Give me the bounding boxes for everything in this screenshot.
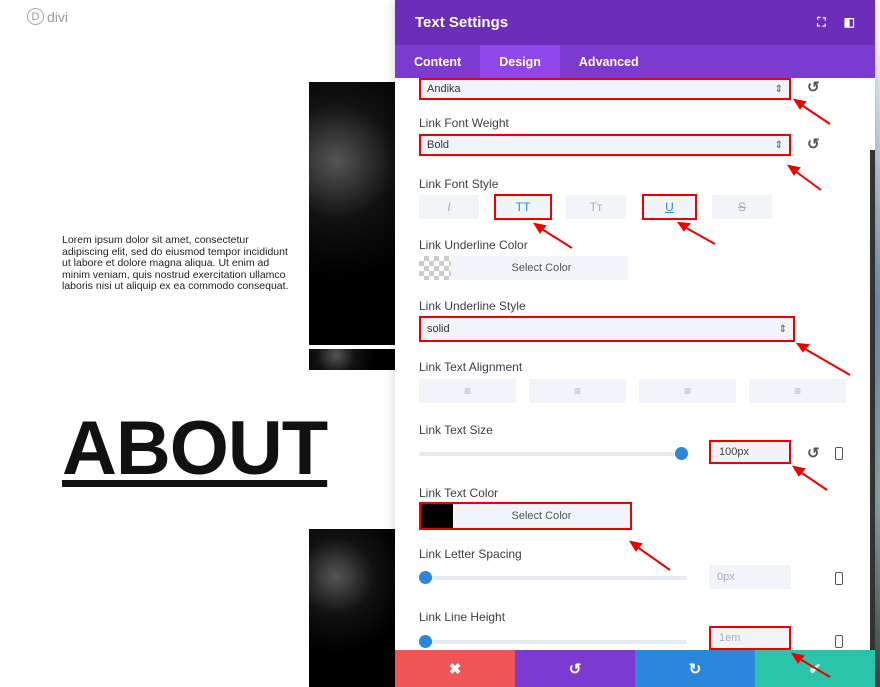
align-right-button[interactable]: ≡ [639,379,736,403]
label-font-style: Link Font Style [419,177,499,191]
panel-footer: ✖ ↺ ↻ ✔ [395,650,875,687]
reset-icon[interactable]: ↺ [807,135,820,153]
sidebar-layout-icon[interactable]: ◧ [844,15,855,30]
label-text-alignment: Link Text Alignment [419,360,523,374]
label-font-weight: Link Font Weight [419,116,509,130]
smallcaps-button[interactable]: Tт [566,195,626,219]
strikethrough-button[interactable]: S [712,195,772,219]
text-size-slider[interactable] [419,447,688,460]
label-text-size: Link Text Size [419,423,493,437]
align-justify-button[interactable]: ≡ [749,379,846,403]
photo-top [309,82,399,345]
transparent-swatch [419,256,451,280]
link-font-select[interactable]: Andika [419,78,791,100]
fullscreen-icon[interactable]: ⛶ [817,15,825,30]
photo-strip [309,349,399,370]
black-swatch [421,504,453,528]
underline-button[interactable]: U [642,194,697,220]
label-line-height: Link Line Height [419,610,506,624]
underline-color-picker[interactable]: Select Color [419,256,628,280]
text-color-picker[interactable]: Select Color [419,502,632,530]
redo-button[interactable]: ↻ [635,650,755,687]
save-button[interactable]: ✔ [755,650,875,687]
label-text-color: Link Text Color [419,486,499,500]
slider-handle[interactable] [419,571,432,584]
label-underline-style: Link Underline Style [419,299,526,313]
settings-body: Andika ↺ Link Font Weight Bold ↺ Link Fo… [395,78,875,650]
uppercase-button[interactable]: TT [494,194,552,220]
undo-button[interactable]: ↺ [515,650,635,687]
italic-button[interactable]: I [419,195,479,219]
panel-tabs: Content Design Advanced [395,45,875,78]
responsive-phone-icon[interactable] [835,572,843,585]
background-image [875,0,880,687]
label-underline-color: Link Underline Color [419,238,528,252]
slider-handle[interactable] [675,447,688,460]
cancel-button[interactable]: ✖ [395,650,515,687]
line-height-input[interactable]: 1em [709,626,791,650]
align-left-button[interactable]: ≡ [419,379,516,403]
photo-bottom [309,529,399,687]
responsive-phone-icon[interactable] [835,447,843,460]
scrollbar[interactable] [870,150,875,650]
tab-design[interactable]: Design [480,45,560,78]
letter-spacing-slider[interactable] [419,571,687,584]
link-font-weight-select[interactable]: Bold [419,134,791,156]
responsive-phone-icon[interactable] [835,635,843,648]
reset-icon[interactable]: ↺ [807,78,820,96]
text-settings-panel: Text Settings ⛶ ◧ Content Design Advanced… [395,0,875,687]
panel-title: Text Settings [415,14,509,31]
slider-handle[interactable] [419,635,432,648]
label-letter-spacing: Link Letter Spacing [419,547,522,561]
letter-spacing-input[interactable]: 0px [709,565,791,589]
body-text: Lorem ipsum dolor sit amet, consectetur … [62,234,289,292]
tab-content[interactable]: Content [395,45,480,78]
underline-style-select[interactable]: solid [419,316,795,342]
align-center-button[interactable]: ≡ [529,379,626,403]
divi-logo: Ddivi [27,8,68,25]
line-height-slider[interactable] [419,635,687,648]
about-heading[interactable]: ABOUT [62,405,328,492]
reset-icon[interactable]: ↺ [807,444,820,462]
panel-header: Text Settings ⛶ ◧ [395,0,875,45]
text-size-input[interactable]: 100px [709,440,791,464]
tab-advanced[interactable]: Advanced [560,45,658,78]
